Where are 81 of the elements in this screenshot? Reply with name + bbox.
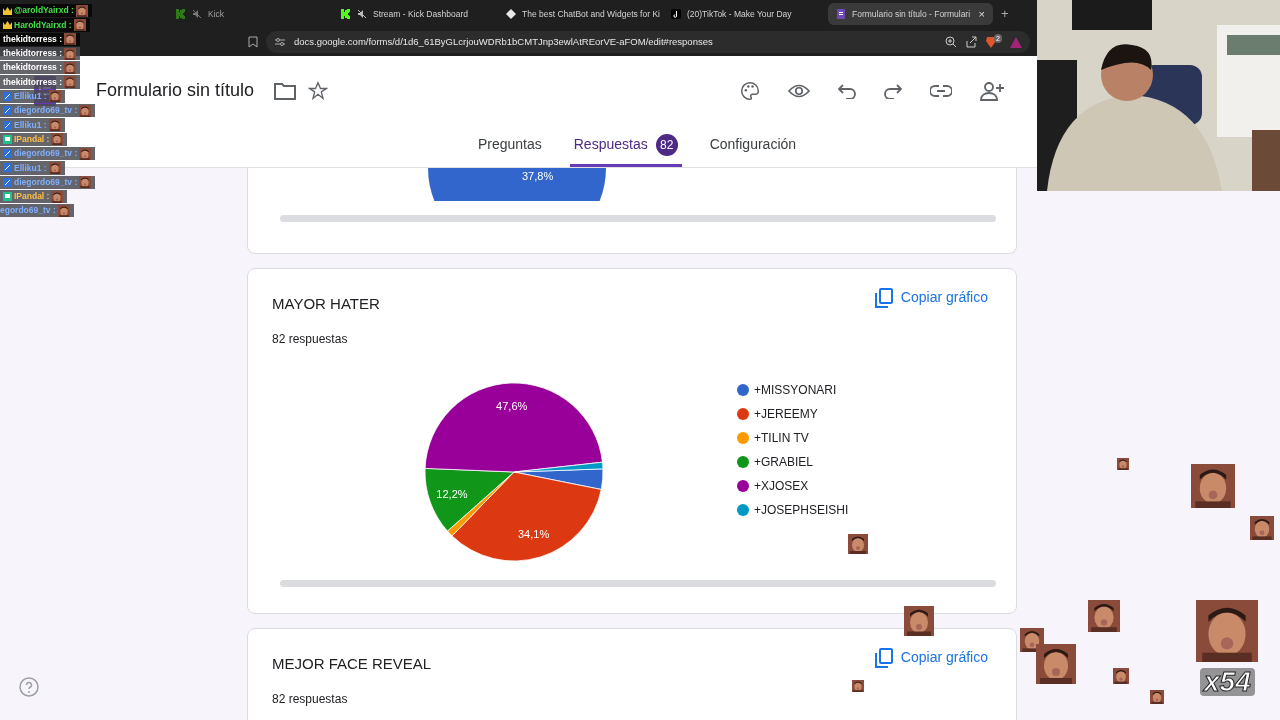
tab-title: Stream - Kick Dashboard <box>373 7 468 21</box>
question-title: MEJOR FACE REVEAL <box>272 654 432 674</box>
question-title: MAYOR HATER <box>272 294 380 314</box>
chat-username: thekidtorress : <box>3 47 63 60</box>
chat-username: Elliku1 : <box>14 118 47 132</box>
robot-icon <box>3 134 12 144</box>
legend-label: +MISSYONARI <box>754 381 837 399</box>
chat-username: @aroldYairxd : <box>14 4 74 17</box>
url-text: docs.google.com/forms/d/1d6_61ByGLcrjouWDRb1bCMTJnp3ewlAtREorVE-aFOM/edit#responses <box>294 34 713 49</box>
undo-icon[interactable] <box>838 82 856 99</box>
slice-label: 47,6% <box>496 398 528 414</box>
tab-title: Formulario sin título - Formulari <box>852 7 971 21</box>
bookmark-icon[interactable] <box>248 36 258 48</box>
form-icon <box>836 9 846 19</box>
form-tab[interactable]: Configuración <box>705 125 801 167</box>
legend-label: +XJOSEX <box>754 477 809 495</box>
chat-username: HaroldYairxd : <box>14 18 72 32</box>
add-person-icon[interactable] <box>980 80 1004 101</box>
chat-username: diegordo69_tv : <box>14 175 78 189</box>
star-icon[interactable] <box>308 80 329 101</box>
browser-tab[interactable]: (20)TikTok - Make Your Day <box>663 3 828 25</box>
legend-label: +GRABIEL <box>754 453 814 471</box>
zoom-icon[interactable] <box>945 36 958 48</box>
shield-icon <box>985 36 998 48</box>
response-count: 82 respuestas <box>272 690 349 708</box>
badge-icon <box>3 120 12 130</box>
slice-label: 12,2% <box>436 486 468 502</box>
tab-title: The best ChatBot and Widgets for Ki <box>522 7 660 21</box>
browser-tab[interactable]: Kick <box>168 3 333 25</box>
scrollbar[interactable] <box>280 215 996 222</box>
site-settings-icon[interactable] <box>274 37 286 47</box>
chat-username: diegordo69_tv : <box>14 104 78 118</box>
note-icon <box>671 9 681 19</box>
browser-tab[interactable]: Formulario sin título - Formulari × <box>828 3 993 25</box>
legend-label: +JEREEMY <box>754 405 818 423</box>
robot-icon <box>3 192 12 201</box>
eye-icon[interactable] <box>788 82 810 99</box>
diamond-icon <box>506 9 516 19</box>
redo-icon[interactable] <box>884 82 902 99</box>
browser-tab[interactable]: The best ChatBot and Widgets for Ki <box>498 3 663 25</box>
copy-chart-button[interactable]: Copiar gráfico <box>874 647 992 668</box>
legend-label: +TILIN TV <box>754 429 809 447</box>
form-tab[interactable]: Preguntas <box>473 125 546 167</box>
badge-icon <box>3 91 12 101</box>
chat-username: IPandal : <box>14 190 50 203</box>
tab-title: (20)TikTok - Make Your Day <box>687 7 792 21</box>
close-icon[interactable]: × <box>978 5 985 23</box>
palette-icon[interactable] <box>740 80 760 101</box>
copy-icon <box>874 647 893 668</box>
link-icon[interactable] <box>930 84 952 97</box>
count-badge: 82 <box>655 133 678 156</box>
chat-username: thekidtorress : <box>3 61 63 75</box>
badge-icon <box>3 106 12 116</box>
scrollbar[interactable] <box>280 580 996 587</box>
tab-title: Kick <box>208 7 225 21</box>
slice-label: 34,1% <box>518 527 550 543</box>
form-title[interactable]: Formulario sin título <box>96 77 255 104</box>
folder-icon[interactable] <box>274 81 297 100</box>
chat-username: thekidtorress : <box>3 75 63 89</box>
response-count: 82 respuestas <box>272 330 349 348</box>
chat-username: Elliku1 : <box>14 161 47 175</box>
badge-icon <box>3 177 12 187</box>
share-icon[interactable] <box>965 36 978 48</box>
chat-username: Elliku1 : <box>14 90 47 103</box>
chat-username: IPandal : <box>14 132 50 146</box>
copy-icon <box>874 287 893 308</box>
chat-username: egordo69_tv : <box>0 204 56 218</box>
k-logo-icon <box>341 9 351 19</box>
muted-speaker-icon[interactable] <box>192 9 202 19</box>
k-logo-icon <box>176 9 186 19</box>
slice-label: 37,8% <box>522 169 554 184</box>
browser-tab[interactable]: Stream - Kick Dashboard <box>333 3 498 25</box>
copy-chart-button[interactable]: Copiar gráfico <box>874 287 992 308</box>
legend-label: +JOSEPHSEISHI <box>754 501 849 519</box>
badge-icon <box>3 149 12 159</box>
chat-username: diegordo69_tv : <box>14 147 78 160</box>
muted-speaker-icon[interactable] <box>357 9 367 19</box>
emote-counter: x54 <box>1200 668 1255 696</box>
badge-icon <box>3 163 12 173</box>
chat-username: thekidtorress : <box>3 32 63 46</box>
new-tab-button[interactable]: + <box>1001 4 1009 24</box>
